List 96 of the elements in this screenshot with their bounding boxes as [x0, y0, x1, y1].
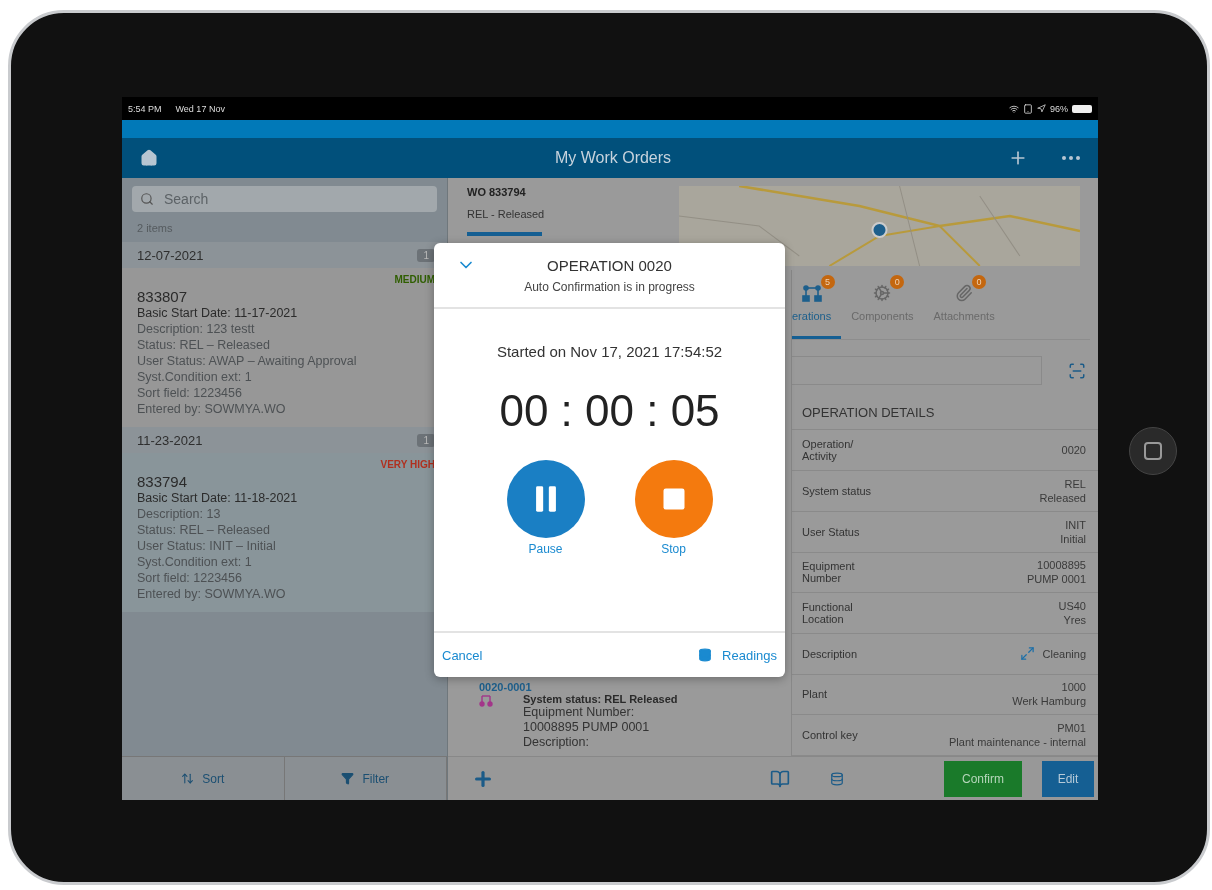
dialog-title: OPERATION 0020 — [547, 256, 672, 274]
operations-icon — [801, 284, 822, 303]
detail-value: INIT — [1065, 517, 1086, 532]
barcode-scan-icon — [1068, 361, 1086, 380]
detail-value: Plant maintenance - internal — [949, 735, 1086, 750]
status-time: 5:54 PM — [128, 103, 162, 114]
order-detail: Entered by: SOWMYA.WO — [137, 586, 287, 602]
detail-label: Operation/ Activity — [802, 438, 855, 463]
operation-detail: Description: — [523, 735, 590, 750]
operation-code[interactable]: 0020-0001 — [479, 681, 781, 693]
edit-button[interactable]: Edit — [1042, 760, 1094, 797]
group-count: 1 — [417, 433, 435, 447]
group-date: 11-23-2021 — [137, 432, 203, 448]
wifi-icon — [1009, 103, 1019, 114]
readings-button[interactable] — [830, 771, 844, 786]
cylinder-icon — [830, 771, 844, 786]
readings-link[interactable]: Readings — [698, 647, 777, 663]
home-button[interactable] — [140, 149, 158, 167]
detail-value: Yres — [1063, 613, 1086, 628]
priority-label: VERY HIGH — [380, 459, 435, 470]
location-icon — [1037, 104, 1046, 113]
order-detail: Sort field: 1223456 — [137, 570, 243, 586]
operation-detail: Equipment Number: — [523, 705, 636, 720]
battery-icon — [1072, 104, 1092, 113]
priority-label: MEDIUM — [394, 274, 435, 285]
battery-percent: 96% — [1050, 103, 1068, 114]
detail-label: Description — [802, 647, 859, 660]
confirm-button[interactable]: Confirm — [944, 760, 1022, 797]
operation-status: System status: REL Released — [523, 693, 678, 705]
gears-icon — [873, 284, 892, 303]
detail-value: 10008895 — [1037, 558, 1086, 573]
detail-value: Released — [1039, 491, 1086, 505]
detail-value: Cleaning — [1042, 646, 1086, 661]
order-detail: Sort field: 1223456 — [137, 385, 243, 401]
detail-label: User Status — [802, 525, 861, 538]
book-button[interactable] — [770, 768, 790, 789]
detail-label: Plant — [802, 688, 829, 701]
order-detail: Status: REL – Released — [137, 337, 271, 353]
detail-value: REL — [1064, 477, 1086, 491]
order-detail: User Status: INIT – Initial — [137, 538, 277, 554]
cylinder-icon — [698, 648, 713, 662]
more-button[interactable] — [1062, 156, 1080, 160]
detail-value: 1000 — [1061, 680, 1086, 695]
detail-label: Equipment Number — [802, 560, 856, 585]
toolbar-button[interactable]: Sort — [122, 757, 285, 800]
search-field[interactable]: Search — [132, 186, 437, 212]
tab-badge: 5 — [820, 275, 835, 290]
status-date: Wed 17 Nov — [175, 103, 225, 114]
barcode-scan-button[interactable] — [1068, 361, 1086, 380]
detail-value: Werk Hamburg — [1012, 694, 1086, 709]
detail-label: Functional Location — [802, 601, 854, 626]
tab[interactable]: 5 erations — [792, 270, 842, 340]
dialog-subtitle: Auto Confirmation is in progress — [524, 279, 695, 294]
work-order-card[interactable]: MEDIUM 833807 Basic Start Date: 11-17-2021 Description: 123 testt Status: REL – Released User Status: AWAP – Awaiting Approval Syst.Condition ext: 1 Sort field: 1223456 Entered by: SOWMYA.WO — [122, 268, 435, 427]
detail-value: Initial — [1060, 531, 1086, 546]
order-detail: Description: 13 — [137, 506, 222, 522]
elapsed-timer: 00 : 00 : 05 — [498, 386, 721, 436]
expand-icon — [1019, 646, 1035, 662]
home-icon — [140, 149, 158, 167]
more-icon — [1062, 156, 1080, 160]
work-order-status: REL - Released — [467, 208, 546, 220]
start-date: Basic Start Date: 11-18-2021 — [137, 490, 299, 506]
order-number: 833794 — [137, 473, 189, 490]
details-heading: OPERATION DETAILS — [792, 385, 1098, 431]
nav-title: My Work Orders — [553, 149, 673, 167]
detail-value: PM01 — [1057, 721, 1086, 736]
detail-value: US40 — [1058, 599, 1086, 614]
tab-badge: 0 — [890, 275, 905, 290]
book-icon — [770, 768, 790, 789]
filter-icon — [341, 772, 355, 785]
detail-value: 0020 — [1061, 443, 1086, 458]
start-date: Basic Start Date: 11-17-2021 — [137, 305, 299, 321]
tab-badge: 0 — [972, 275, 987, 290]
order-detail: Syst.Condition ext: 1 — [137, 554, 253, 570]
order-number: 833807 — [137, 288, 189, 305]
operation-icon — [479, 693, 493, 707]
toolbar-button[interactable]: Filter — [284, 757, 447, 800]
operation-detail: 10008895 PUMP 0001 — [523, 720, 651, 735]
work-order-title: WO 833794 — [467, 186, 527, 198]
group-date: 12-07-2021 — [137, 247, 204, 263]
paperclip-icon — [955, 284, 974, 303]
work-order-card[interactable]: VERY HIGH 833794 Basic Start Date: 11-18-2021 Description: 13 Status: REL – Released User Status: INIT – Initial Syst.Condition ext: 1 Sort field: 1223456 Entered by: SOWMYA.WO — [122, 453, 435, 612]
group-count: 1 — [417, 248, 435, 262]
sort-icon — [181, 772, 195, 785]
order-detail: Description: 123 testt — [137, 321, 256, 337]
start-time: Started on Nov 17, 2021 17:54:52 — [495, 343, 724, 360]
cancel-button[interactable]: Cancel — [442, 647, 483, 663]
detail-label: System status — [802, 485, 873, 497]
order-detail: Entered by: SOWMYA.WO — [137, 401, 287, 417]
search-icon — [140, 192, 154, 206]
home-hardware-button[interactable] — [1128, 427, 1177, 475]
order-detail: Status: REL – Released — [137, 522, 271, 538]
order-detail: Syst.Condition ext: 1 — [137, 369, 253, 385]
detail-value: PUMP 0001 — [1026, 572, 1086, 587]
order-detail: User Status: AWAP – Awaiting Approval — [137, 353, 358, 369]
detail-label: Control key — [802, 729, 859, 742]
